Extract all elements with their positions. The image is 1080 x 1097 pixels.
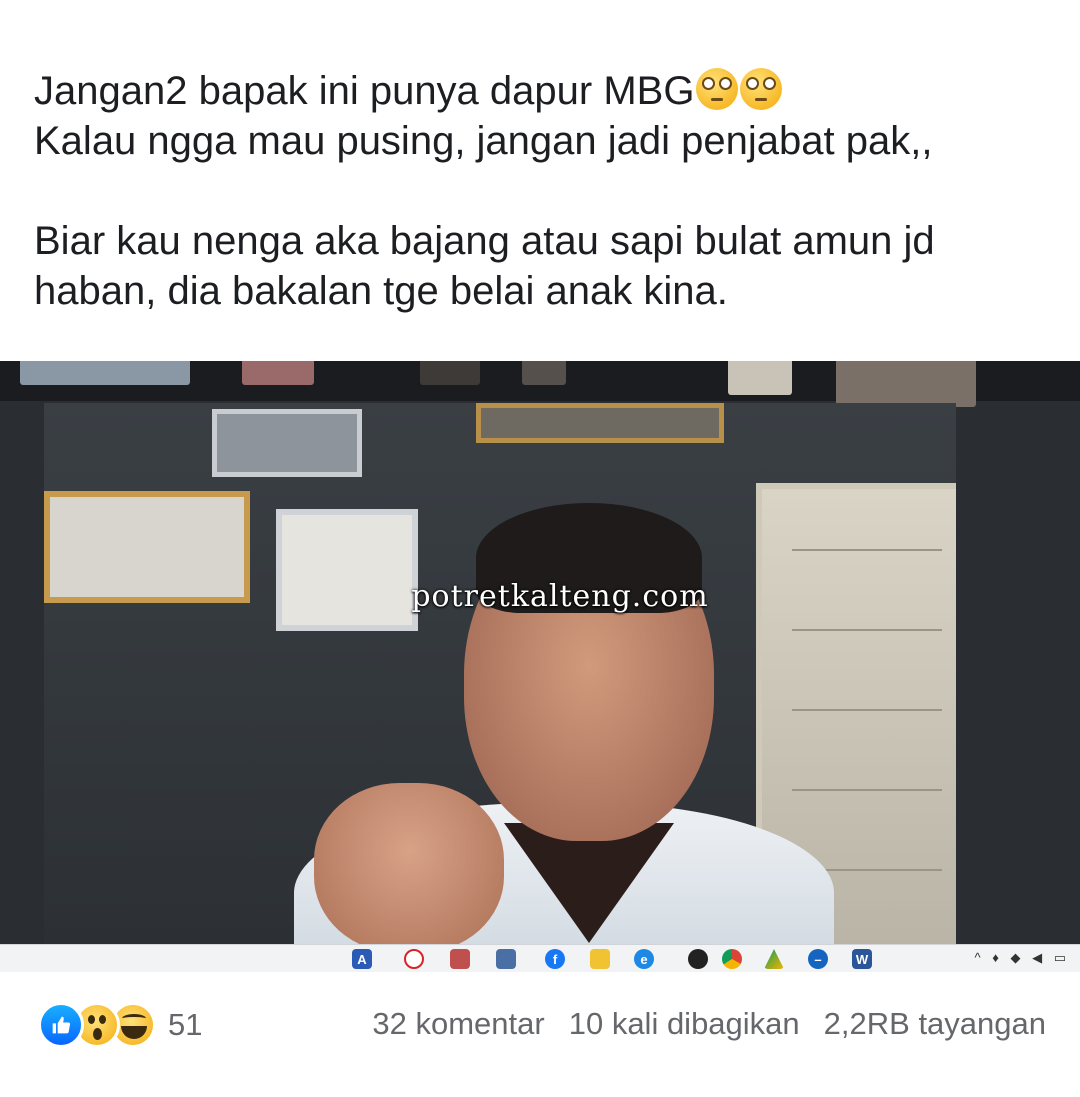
post-line-3: Biar kau nenga aka bajang atau sapi bula… [34, 219, 935, 263]
view-count: 2,2RB tayangan [823, 1006, 1046, 1041]
file-explorer-icon [590, 949, 610, 969]
speaker-hand [314, 783, 504, 948]
video-player[interactable]: potretkalteng.com A f e – W ^ ♦ ◆ ◀ ▭ [0, 361, 1080, 972]
post-line-2: Kalau ngga mau pusing, jangan jadi penja… [34, 119, 933, 163]
windows-taskbar: A f e – W ^ ♦ ◆ ◀ ▭ [0, 944, 1080, 972]
watermark: potretkalteng.com [411, 579, 709, 614]
participant-thumbnail [20, 361, 190, 385]
system-tray: ^ ♦ ◆ ◀ ▭ [974, 950, 1070, 965]
like-reaction-icon [38, 1002, 84, 1048]
post-text: Jangan2 bapak ini punya dapur MBG Kalau … [34, 66, 1054, 316]
reaction-count: 51 [168, 1007, 203, 1042]
reaction-summary[interactable]: 51 [38, 1002, 202, 1048]
opera-icon [404, 949, 424, 969]
participant-thumbnail [522, 361, 566, 385]
participant-thumbnail [242, 361, 314, 385]
comment-count-link[interactable]: 32 komentar [372, 1006, 544, 1042]
post-line-4: haban, dia bakalan tge belai anak kina. [34, 269, 728, 313]
app-icon [450, 949, 470, 969]
participant-thumbnails [0, 361, 1080, 407]
rolling-eyes-emoji-icon [740, 68, 783, 110]
wall-frame [212, 409, 362, 477]
app-icon: – [808, 949, 828, 969]
adobe-reader-icon: A [352, 949, 372, 969]
participant-thumbnail [420, 361, 480, 385]
speaker-video [44, 403, 956, 948]
github-icon [688, 949, 708, 969]
rolling-eyes-emoji-icon [696, 68, 739, 110]
app-icon [496, 949, 516, 969]
share-count-link[interactable]: 10 kali dibagikan [569, 1006, 800, 1042]
facebook-icon: f [545, 949, 565, 969]
wall-frame [476, 403, 724, 443]
participant-thumbnail [836, 361, 976, 407]
google-drive-icon [764, 949, 784, 969]
edge-icon: e [634, 949, 654, 969]
word-icon: W [852, 949, 872, 969]
post-stats: 32 komentar 10 kali dibagikan 2,2RB taya… [372, 1006, 1046, 1042]
participant-thumbnail [728, 361, 792, 395]
post-line-1: Jangan2 bapak ini punya dapur MBG [34, 66, 1054, 116]
chrome-icon [722, 949, 742, 969]
